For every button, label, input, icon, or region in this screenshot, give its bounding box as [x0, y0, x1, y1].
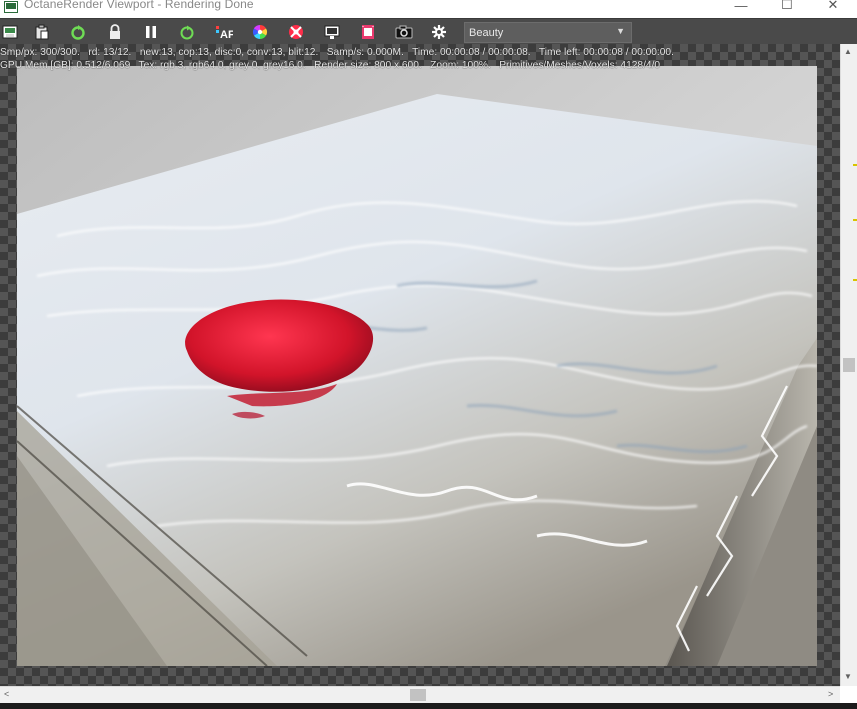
- render-image: [17, 66, 817, 666]
- scroll-marker: [853, 219, 857, 221]
- scroll-right-arrow-icon[interactable]: >: [828, 689, 833, 699]
- autofocus-icon[interactable]: AF: [214, 22, 234, 42]
- octane-app-icon: [4, 0, 18, 13]
- title-bar: OctaneRender Viewport - Rendering Done —…: [0, 0, 857, 18]
- refresh-icon[interactable]: [177, 22, 197, 42]
- horizontal-scroll-thumb[interactable]: [410, 689, 426, 701]
- stats-line-1: Smp/px: 300/300. rd: 13/12. new:13, cop:…: [0, 47, 674, 58]
- scroll-marker: [853, 164, 857, 166]
- region-render-icon[interactable]: [286, 22, 306, 42]
- window-title: OctaneRender Viewport - Rendering Done: [24, 0, 254, 11]
- scroll-left-arrow-icon[interactable]: <: [4, 689, 9, 699]
- maximize-button[interactable]: ☐: [764, 0, 810, 14]
- scroll-up-arrow-icon[interactable]: ▲: [844, 47, 852, 56]
- vertical-scrollbar[interactable]: ▲ ▼: [840, 44, 857, 686]
- stats-line-2: GPU Mem [GB]: 0.512/6.069 Tex: rgb 3, rg…: [0, 59, 661, 71]
- render-pass-value: Beauty: [469, 26, 504, 39]
- viewport-toolbar: AF Beauty ▼: [0, 18, 857, 44]
- save-render-icon[interactable]: [0, 22, 20, 42]
- lock-icon[interactable]: [105, 22, 125, 42]
- settings-gear-icon[interactable]: [429, 22, 449, 42]
- chevron-down-icon: ▼: [616, 26, 625, 36]
- close-button[interactable]: ✕: [810, 0, 856, 14]
- background-window-strip: [0, 703, 857, 709]
- scroll-down-arrow-icon[interactable]: ▼: [844, 672, 852, 681]
- vertical-scroll-thumb[interactable]: [843, 358, 855, 372]
- pause-icon[interactable]: [141, 22, 161, 42]
- clipboard-icon[interactable]: [32, 22, 52, 42]
- restart-render-icon[interactable]: [68, 22, 88, 42]
- render-viewport[interactable]: Smp/px: 300/300. rd: 13/12. new:13, cop:…: [0, 44, 840, 686]
- horizontal-scrollbar[interactable]: < >: [0, 686, 840, 703]
- render-statistics: Smp/px: 300/300. rd: 13/12. new:13, cop:…: [0, 47, 674, 72]
- render-pass-dropdown[interactable]: Beauty ▼: [464, 22, 632, 43]
- viewport-display-icon[interactable]: [322, 22, 342, 42]
- film-strip-icon[interactable]: [358, 22, 378, 42]
- svg-text:AF: AF: [220, 29, 233, 40]
- camera-icon[interactable]: [394, 22, 414, 42]
- scroll-marker: [853, 279, 857, 281]
- minimize-button[interactable]: —: [718, 0, 764, 14]
- color-wheel-icon[interactable]: [250, 22, 270, 42]
